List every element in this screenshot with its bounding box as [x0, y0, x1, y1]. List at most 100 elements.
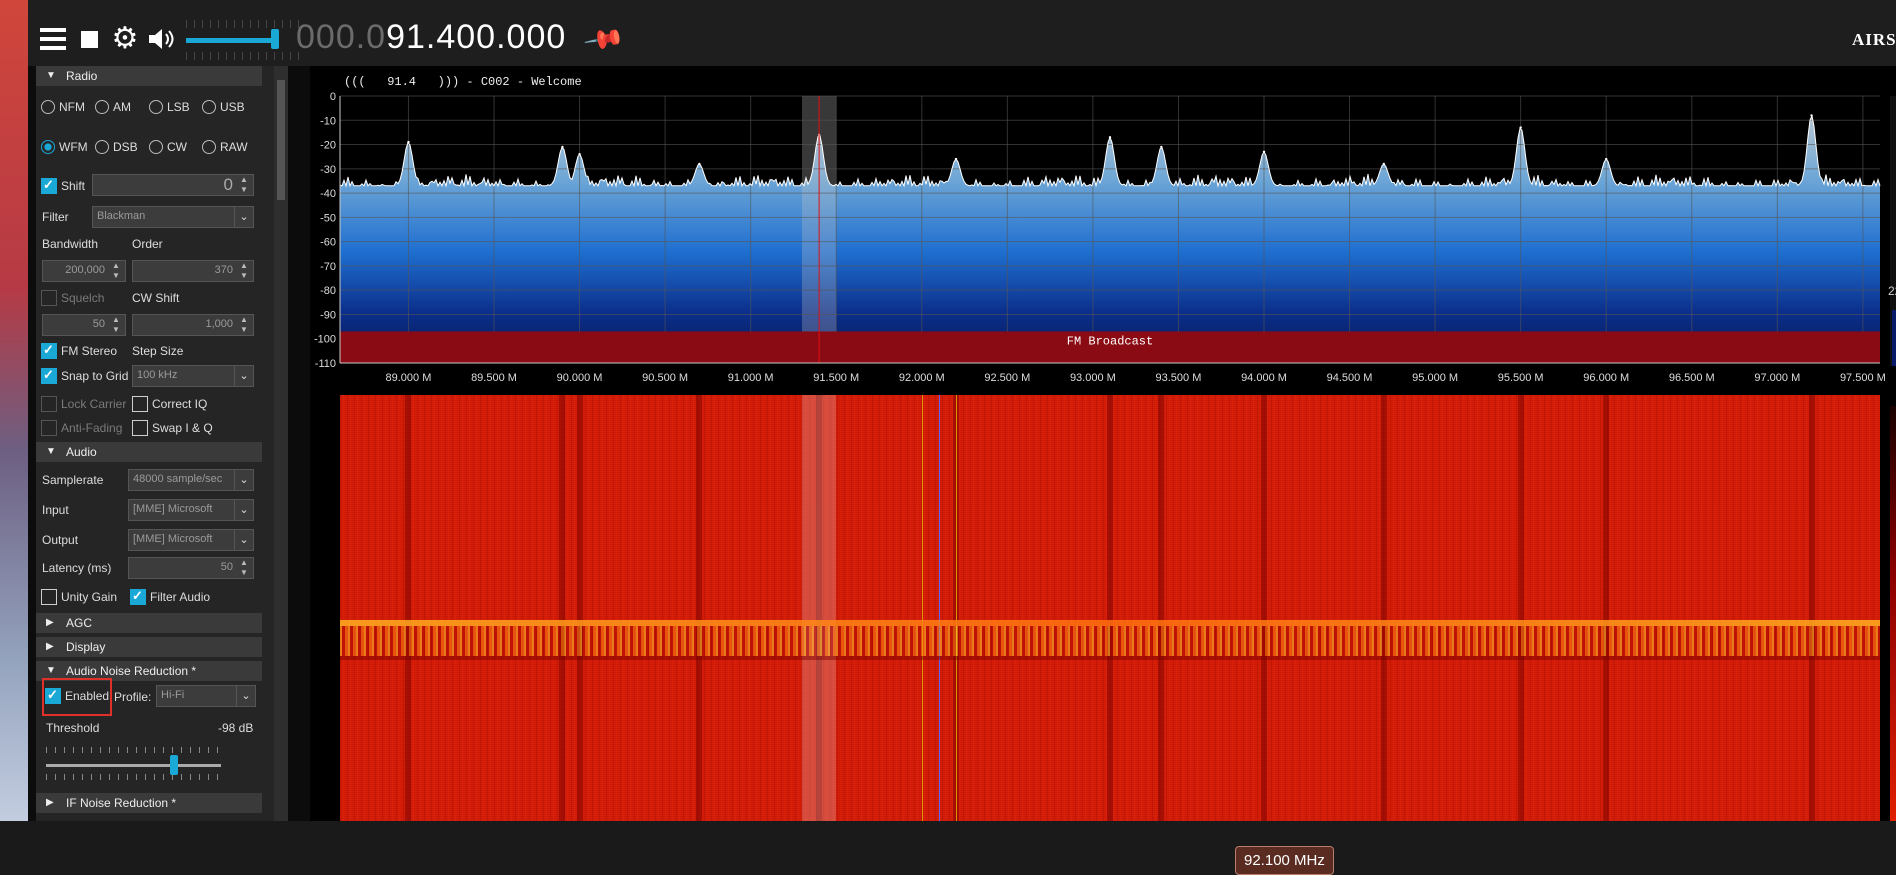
waterfall-view[interactable]: 92.100 MHz	[310, 392, 1896, 875]
volume-fill	[186, 38, 274, 43]
threshold-slider[interactable]	[169, 755, 178, 775]
y-tick-label: -100	[314, 334, 336, 346]
frequency-leading-digits[interactable]: 000.0	[296, 18, 386, 56]
sdr-application: ⚙ 000.091.400.000 📌 AIRS ▼ Radio NFM AM L…	[28, 0, 1896, 875]
agc-section-header[interactable]: ▶ AGC	[36, 613, 262, 633]
y-tick-label: -40	[320, 188, 336, 200]
cwshift-input[interactable]: 1,000 ▲ ▼	[132, 314, 254, 336]
gear-icon[interactable]: ⚙	[108, 22, 142, 56]
x-tick-label: 94.500 M	[1327, 372, 1373, 384]
desktop-wallpaper	[0, 0, 28, 821]
spectrum-title: ((( 91.4 ))) - C002 - Welcome	[344, 75, 582, 89]
x-tick-label: 96.000 M	[1583, 372, 1629, 384]
speaker-icon[interactable]	[144, 22, 178, 56]
spectrum-peak	[1605, 157, 1608, 161]
frequency-display[interactable]: 000.091.400.000	[296, 18, 566, 57]
mode-am-radio[interactable]: AM	[95, 98, 155, 116]
spectrum-peak	[698, 162, 701, 166]
stepsize-select[interactable]: 100 kHz ⌄	[132, 365, 254, 387]
brand-logo: AIRS	[1852, 30, 1896, 49]
signal-meter	[1890, 96, 1896, 366]
bandwidth-input[interactable]: 200,000 ▲ ▼	[42, 260, 126, 282]
spectrum-peak	[578, 153, 581, 156]
mode-nfm-radio[interactable]: NFM	[41, 98, 101, 116]
mode-raw-radio[interactable]: RAW	[202, 138, 262, 156]
frequency-digits[interactable]: 91.400.000	[386, 18, 566, 56]
pin-icon[interactable]: 📌	[582, 18, 627, 62]
display-section-header[interactable]: ▶ Display	[36, 637, 262, 657]
hover-marker-left	[921, 395, 923, 821]
radio-section-header[interactable]: ▼ Radio	[36, 66, 262, 86]
squelch-input[interactable]: 50 ▲ ▼	[42, 314, 126, 336]
latency-label: Latency (ms)	[42, 561, 112, 575]
mode-dsb-radio[interactable]: DSB	[95, 138, 155, 156]
samplerate-label: Samplerate	[42, 473, 104, 487]
menu-icon[interactable]	[36, 22, 70, 56]
input-device-select[interactable]: [MME] Microsoft ⌄	[128, 499, 254, 521]
latency-input[interactable]: 50 ▲ ▼	[128, 557, 254, 579]
stop-icon[interactable]	[72, 22, 106, 56]
input-label: Input	[42, 503, 69, 517]
threshold-value: -98 dB	[218, 721, 254, 735]
spectrum-peak	[1108, 136, 1112, 139]
output-label: Output	[42, 533, 79, 547]
panel-scrollbar[interactable]	[274, 66, 288, 821]
spectrum-chart[interactable]: 0 -10 -20 -30 -40 -50 -60 -70 -80 -90 -100 -110 89.0…	[310, 66, 1896, 392]
y-tick-label: -110	[315, 358, 336, 370]
waterfall-station-trace	[1808, 395, 1815, 821]
waterfall-area[interactable]	[340, 395, 1880, 821]
x-tick-label: 95.000 M	[1412, 372, 1458, 384]
stepsize-label: Step Size	[132, 344, 184, 358]
mode-lsb-radio[interactable]: LSB	[149, 98, 209, 116]
x-tick-label: 92.500 M	[984, 372, 1030, 384]
x-tick-label: 97.500 M	[1840, 372, 1886, 384]
ifnr-section-header[interactable]: ▶ IF Noise Reduction *	[36, 793, 262, 813]
mode-cw-radio[interactable]: CW	[149, 138, 209, 156]
profile-label: Profile:	[114, 690, 152, 704]
mode-usb-radio[interactable]: USB	[202, 98, 262, 116]
order-input[interactable]: 370 ▲ ▼	[132, 260, 254, 282]
x-tick-label: 92.000 M	[899, 372, 945, 384]
x-tick-label: 91.000 M	[728, 372, 774, 384]
y-tick-label: -20	[320, 140, 336, 152]
volume-slider[interactable]	[271, 29, 279, 49]
spectrum-peak	[1519, 126, 1522, 129]
x-tick-label: 91.500 M	[813, 372, 859, 384]
waterfall-burst-noise	[340, 626, 1880, 656]
audio-section-header[interactable]: ▼ Audio	[36, 442, 262, 462]
profile-select[interactable]: Hi-Fi ⌄	[156, 685, 256, 707]
y-tick-label: 0	[330, 91, 336, 103]
y-tick-label: -80	[320, 285, 336, 297]
y-tick-label: -70	[320, 261, 336, 273]
spectrum-fill	[340, 115, 1880, 363]
samplerate-select[interactable]: 48000 sample/sec ⌄	[128, 469, 254, 491]
highlight-annotation	[42, 678, 112, 716]
threshold-ticks-bottom	[46, 774, 221, 780]
spectrum-peak	[1810, 114, 1813, 117]
waterfall-channel-band	[802, 395, 837, 821]
x-tick-label: 96.500 M	[1669, 372, 1715, 384]
spectrum-peak	[1382, 162, 1385, 166]
filter-select[interactable]: Blackman ⌄	[92, 206, 254, 228]
cwshift-label: CW Shift	[132, 291, 180, 305]
waterfall-burst-edge	[340, 656, 1880, 660]
y-tick-label: -30	[320, 164, 336, 176]
spectrum-peak	[1262, 150, 1266, 154]
threshold-ticks-top	[46, 747, 221, 753]
x-tick-label: 97.000 M	[1754, 372, 1800, 384]
waterfall-station-trace	[696, 395, 703, 821]
output-device-select[interactable]: [MME] Microsoft ⌄	[128, 529, 254, 551]
x-tick-label: 93.500 M	[1156, 372, 1202, 384]
y-tick-label: -60	[320, 237, 336, 249]
bandwidth-label: Bandwidth	[42, 237, 99, 251]
mode-wfm-radio[interactable]: WFM	[41, 138, 101, 156]
waterfall-station-trace	[405, 395, 412, 821]
filter-label: Filter	[42, 210, 69, 224]
x-tick-label: 93.000 M	[1070, 372, 1116, 384]
waterfall-station-trace	[1158, 395, 1165, 821]
spectrum-view[interactable]: 0 -10 -20 -30 -40 -50 -60 -70 -80 -90 -100 -110 89.0…	[310, 66, 1896, 392]
waterfall-station-trace	[1380, 395, 1387, 821]
y-tick-label: -10	[320, 115, 336, 127]
shift-input[interactable]: 0 ▲ ▼	[92, 174, 254, 196]
x-tick-label: 89.000 M	[386, 372, 432, 384]
